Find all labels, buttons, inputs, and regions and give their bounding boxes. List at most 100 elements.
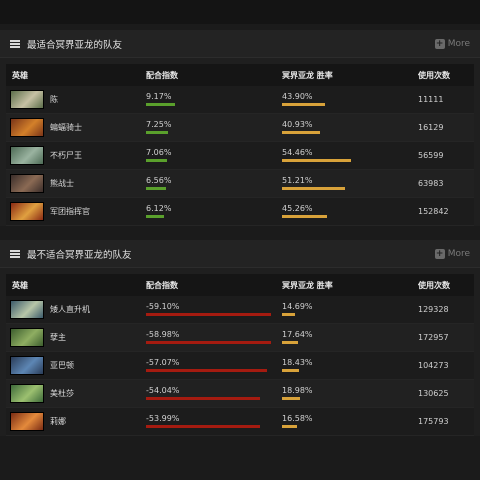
header-ratio: 配合指数	[146, 280, 178, 290]
winrate-cell: 14.69%	[282, 296, 418, 324]
ratio-cell: 6.12%	[146, 198, 282, 226]
ratio-value: -57.07%	[146, 357, 180, 367]
table-row[interactable]: 军团指挥官 6.12% 45.26% 152842	[6, 198, 474, 226]
header-win: 冥界亚龙 胜率	[282, 280, 333, 290]
winrate-cell: 43.90%	[282, 86, 418, 114]
table-row[interactable]: 熊战士 6.56% 51.21% 63983	[6, 170, 474, 198]
ratio-cell: -59.10%	[146, 296, 282, 324]
menu-icon	[10, 39, 20, 48]
winrate-value: 40.93%	[282, 119, 313, 129]
table-header: 英雄 配合指数 冥界亚龙 胜率 使用次数	[6, 274, 474, 296]
winrate-value: 54.46%	[282, 147, 313, 157]
hero-avatar[interactable]	[10, 328, 44, 347]
table-row[interactable]: 陈 9.17% 43.90% 11111	[6, 86, 474, 114]
hero-cell[interactable]: 美杜莎	[6, 384, 146, 403]
hero-cell[interactable]: 亚巴顿	[6, 356, 146, 375]
hero-cell[interactable]: 熊战士	[6, 174, 146, 193]
count-value: 104273	[418, 361, 449, 370]
more-button[interactable]: + More	[434, 248, 470, 259]
hero-avatar[interactable]	[10, 356, 44, 375]
ratio-bar	[146, 158, 167, 162]
hero-avatar[interactable]	[10, 412, 44, 431]
ratio-value: 6.56%	[146, 175, 172, 185]
hero-name[interactable]: 矮人直升机	[50, 304, 90, 315]
hero-avatar[interactable]	[10, 146, 44, 165]
ratio-bar	[146, 340, 271, 344]
count-value: 11111	[418, 95, 444, 104]
winrate-value: 18.43%	[282, 357, 313, 367]
hero-avatar[interactable]	[10, 300, 44, 319]
winrate-bar	[282, 158, 351, 162]
table-header: 英雄 配合指数 冥界亚龙 胜率 使用次数	[6, 64, 474, 86]
hero-avatar[interactable]	[10, 90, 44, 109]
winrate-cell: 16.58%	[282, 408, 418, 436]
hero-cell[interactable]: 孽主	[6, 328, 146, 347]
ratio-cell: -54.04%	[146, 380, 282, 408]
header-count: 使用次数	[418, 280, 450, 290]
header-ratio: 配合指数	[146, 70, 178, 80]
hero-avatar[interactable]	[10, 384, 44, 403]
card-header: 最适合冥界亚龙的队友 + More	[0, 30, 480, 58]
table-row[interactable]: 孽主 -58.98% 17.64% 172957	[6, 324, 474, 352]
table-row[interactable]: 不朽尸王 7.06% 54.46% 56599	[6, 142, 474, 170]
count-value: 152842	[418, 207, 449, 216]
winrate-bar	[282, 340, 298, 344]
count-value: 175793	[418, 417, 449, 426]
winrate-cell: 51.21%	[282, 170, 418, 198]
winrate-value: 16.58%	[282, 413, 313, 423]
hero-name[interactable]: 孽主	[50, 332, 66, 343]
ratio-bar	[146, 214, 164, 218]
hero-cell[interactable]: 军团指挥官	[6, 202, 146, 221]
ratio-value: -59.10%	[146, 301, 180, 311]
teammates-table: 英雄 配合指数 冥界亚龙 胜率 使用次数 陈 9.17% 43.90% 11111 蝙蝠…	[6, 64, 474, 226]
winrate-bar	[282, 312, 295, 316]
hero-name[interactable]: 不朽尸王	[50, 150, 82, 161]
winrate-bar	[282, 186, 345, 190]
ratio-cell: 7.25%	[146, 114, 282, 142]
teammates-table: 英雄 配合指数 冥界亚龙 胜率 使用次数 矮人直升机 -59.10% 14.69% 1…	[6, 274, 474, 436]
hero-cell[interactable]: 不朽尸王	[6, 146, 146, 165]
winrate-cell: 18.43%	[282, 352, 418, 380]
ratio-value: 9.17%	[146, 91, 172, 101]
more-button[interactable]: + More	[434, 38, 470, 49]
header-hero: 英雄	[12, 280, 28, 290]
winrate-bar	[282, 396, 300, 400]
count-value: 129328	[418, 305, 449, 314]
hero-name[interactable]: 美杜莎	[50, 388, 74, 399]
table-row[interactable]: 莉娜 -53.99% 16.58% 175793	[6, 408, 474, 436]
winrate-bar	[282, 102, 325, 106]
ratio-bar	[146, 312, 271, 316]
hero-name[interactable]: 莉娜	[50, 416, 66, 427]
hero-name[interactable]: 陈	[50, 94, 58, 105]
hero-name[interactable]: 军团指挥官	[50, 206, 90, 217]
hero-avatar[interactable]	[10, 174, 44, 193]
hero-avatar[interactable]	[10, 202, 44, 221]
table-row[interactable]: 矮人直升机 -59.10% 14.69% 129328	[6, 296, 474, 324]
hero-cell[interactable]: 矮人直升机	[6, 300, 146, 319]
worst-teammates-card: 最不适合冥界亚龙的队友 + More 英雄 配合指数 冥界亚龙 胜率 使用次数 …	[0, 240, 480, 436]
more-label: More	[447, 38, 470, 49]
table-row[interactable]: 美杜莎 -54.04% 18.98% 130625	[6, 380, 474, 408]
hero-name[interactable]: 蝙蝠骑士	[50, 122, 82, 133]
header-count: 使用次数	[418, 70, 450, 80]
winrate-value: 18.98%	[282, 385, 313, 395]
ratio-cell: 7.06%	[146, 142, 282, 170]
best-teammates-card: 最适合冥界亚龙的队友 + More 英雄 配合指数 冥界亚龙 胜率 使用次数 陈…	[0, 30, 480, 226]
card-header: 最不适合冥界亚龙的队友 + More	[0, 240, 480, 268]
hero-cell[interactable]: 蝙蝠骑士	[6, 118, 146, 137]
hero-name[interactable]: 熊战士	[50, 178, 74, 189]
winrate-bar	[282, 424, 297, 428]
hero-avatar[interactable]	[10, 118, 44, 137]
plus-icon: +	[434, 248, 445, 259]
hero-cell[interactable]: 陈	[6, 90, 146, 109]
hero-name[interactable]: 亚巴顿	[50, 360, 74, 371]
ratio-cell: 6.56%	[146, 170, 282, 198]
table-body: 陈 9.17% 43.90% 11111 蝙蝠骑士 7.25% 40.93% 16129 不朽尸…	[6, 86, 474, 226]
hero-cell[interactable]: 莉娜	[6, 412, 146, 431]
menu-icon	[10, 249, 20, 258]
table-row[interactable]: 蝙蝠骑士 7.25% 40.93% 16129	[6, 114, 474, 142]
table-row[interactable]: 亚巴顿 -57.07% 18.43% 104273	[6, 352, 474, 380]
top-strip	[0, 0, 480, 24]
ratio-value: -54.04%	[146, 385, 180, 395]
count-value: 63983	[418, 179, 444, 188]
